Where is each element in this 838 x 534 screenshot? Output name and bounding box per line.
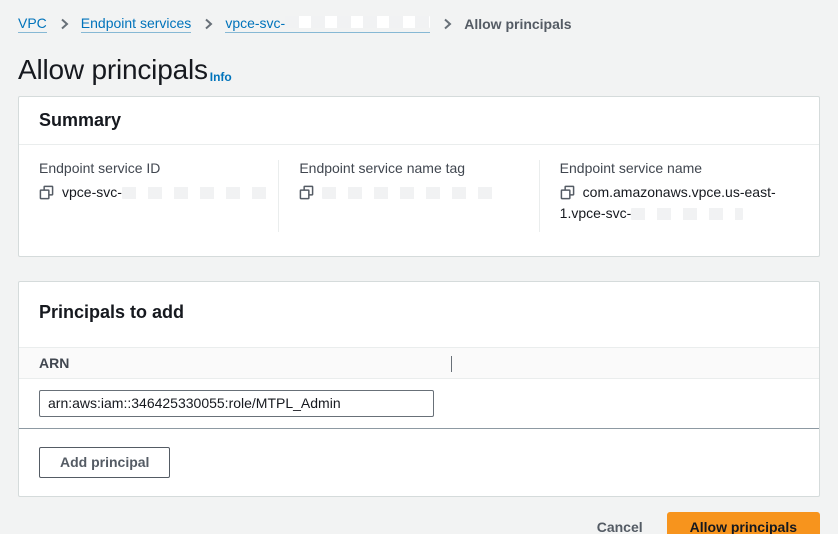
arn-input[interactable] [39, 390, 434, 417]
field-value [299, 182, 538, 203]
principals-table-header: ARN [19, 347, 819, 379]
cancel-button[interactable]: Cancel [597, 519, 643, 534]
add-principal-button[interactable]: Add principal [39, 447, 170, 478]
redacted-text [322, 187, 494, 199]
info-link[interactable]: Info [210, 70, 232, 87]
breadcrumb: VPC Endpoint services vpce-svc- Allow pr… [18, 0, 820, 33]
breadcrumb-endpoint-service-id[interactable]: vpce-svc- [225, 15, 430, 33]
breadcrumb-vpc-label: VPC [18, 15, 47, 31]
page-header: Allow principals Info [18, 53, 820, 87]
summary-card: Summary Endpoint service ID vpce-svc- En… [18, 96, 820, 257]
arn-column-header: ARN [39, 355, 69, 371]
principals-card: Principals to add ARN Add principal [18, 281, 820, 497]
allow-principals-page: VPC Endpoint services vpce-svc- Allow pr… [0, 0, 838, 534]
chevron-right-icon [200, 16, 216, 32]
breadcrumb-endpoint-services-label: Endpoint services [81, 15, 192, 31]
breadcrumb-current-page: Allow principals [464, 16, 571, 32]
redacted-text [631, 208, 743, 220]
summary-body: Endpoint service ID vpce-svc- Endpoint s… [19, 145, 819, 256]
field-value: com.amazonaws.vpce.us-east-1.vpce-svc- [560, 182, 798, 223]
field-label: Endpoint service name tag [299, 160, 538, 176]
field-endpoint-service-name-tag: Endpoint service name tag [278, 160, 538, 232]
field-endpoint-service-name: Endpoint service name com.amazonaws.vpce… [539, 160, 799, 232]
redacted-text [285, 16, 430, 28]
principals-card-header: Principals to add [19, 282, 819, 347]
field-value: vpce-svc- [39, 182, 278, 203]
chevron-right-icon [439, 16, 455, 32]
principals-card-footer: Add principal [19, 429, 819, 496]
breadcrumb-vpc[interactable]: VPC [18, 15, 47, 33]
principal-input-row [19, 379, 819, 429]
copy-icon[interactable] [39, 185, 54, 203]
field-value-text: vpce-svc- [62, 184, 122, 200]
copy-icon[interactable] [299, 185, 314, 203]
breadcrumb-endpoint-service-id-label: vpce-svc- [225, 15, 285, 31]
chevron-right-icon [56, 16, 72, 32]
column-resize-handle[interactable] [451, 356, 452, 372]
breadcrumb-endpoint-services[interactable]: Endpoint services [81, 15, 192, 33]
allow-principals-button[interactable]: Allow principals [667, 512, 820, 534]
summary-card-header: Summary [19, 97, 819, 145]
redacted-text [122, 187, 270, 199]
summary-title: Summary [39, 110, 799, 131]
field-label: Endpoint service ID [39, 160, 278, 176]
page-title: Allow principals [18, 53, 208, 87]
field-label: Endpoint service name [560, 160, 799, 176]
copy-icon[interactable] [560, 185, 575, 203]
principals-title: Principals to add [39, 302, 799, 323]
page-actions: Cancel Allow principals [18, 512, 820, 534]
field-endpoint-service-id: Endpoint service ID vpce-svc- [39, 160, 278, 232]
